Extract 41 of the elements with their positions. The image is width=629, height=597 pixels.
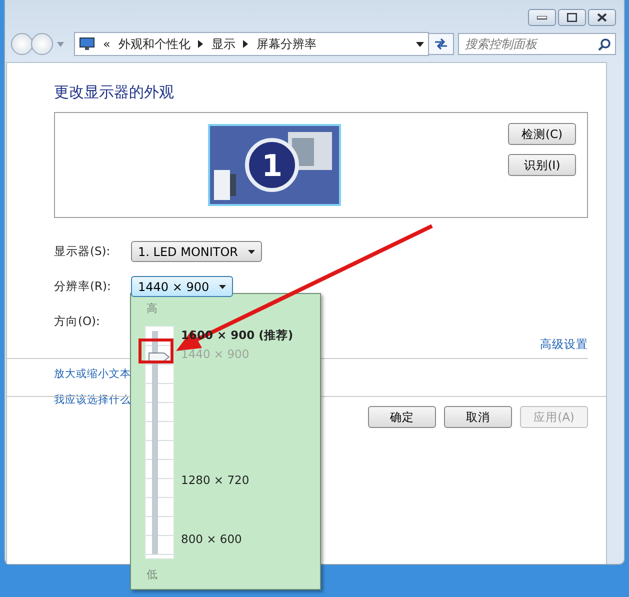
resolution-slider[interactable] <box>145 326 174 559</box>
dropdown-caret-icon[interactable] <box>416 42 424 46</box>
slider-thumb[interactable] <box>148 352 170 362</box>
caret-icon <box>248 250 256 254</box>
setting-label: 分辨率(R): <box>54 279 112 294</box>
breadcrumb-item[interactable]: 显示 <box>211 36 236 52</box>
advanced-settings-link[interactable]: 高级设置 <box>540 337 588 352</box>
setting-dropdown[interactable]: 1. LED MONITOR <box>131 241 262 262</box>
maximize-button[interactable] <box>558 9 586 26</box>
refresh-icon <box>434 38 448 50</box>
dialog-button[interactable]: 确定 <box>368 406 436 428</box>
breadcrumb-overflow[interactable]: « <box>103 37 110 51</box>
minimize-icon <box>537 16 547 20</box>
breadcrumb-item[interactable]: 屏幕分辨率 <box>256 36 316 52</box>
caret-icon <box>219 284 226 288</box>
separator-icon[interactable] <box>243 40 248 48</box>
monitor-icon <box>79 37 95 51</box>
minimize-button[interactable] <box>528 9 556 26</box>
dialog-button[interactable]: 取消 <box>444 406 512 428</box>
close-button[interactable] <box>588 9 616 26</box>
panel-button[interactable]: 识别(I) <box>508 154 576 176</box>
monitor-thumbnail[interactable]: 1 <box>208 124 341 206</box>
refresh-button[interactable] <box>428 33 454 55</box>
separator-icon[interactable] <box>198 40 204 48</box>
help-link[interactable]: 放大或缩小文本 <box>54 367 131 381</box>
close-icon <box>597 13 607 22</box>
highlight-frame <box>138 338 174 364</box>
setting-label: 显示器(S): <box>54 244 112 259</box>
setting-dropdown[interactable]: 1440 × 900 <box>131 276 234 297</box>
setting-label: 方向(O): <box>54 314 101 329</box>
panel-button[interactable]: 检测(C) <box>508 123 576 145</box>
address-bar[interactable]: « 外观和个性化 显示 屏幕分辨率 <box>74 32 429 56</box>
page-heading: 更改显示器的外观 <box>54 83 175 102</box>
maximize-icon <box>567 13 577 22</box>
breadcrumb-item[interactable]: 外观和个性化 <box>118 36 190 52</box>
resolution-option[interactable]: 800 × 600 <box>181 532 320 551</box>
low-label: 低 <box>146 566 158 582</box>
high-label: 高 <box>146 300 158 316</box>
resolution-option[interactable]: 1280 × 720 <box>181 473 320 492</box>
search-icon[interactable] <box>598 38 611 50</box>
search-field[interactable]: 搜索控制面板 <box>458 33 616 55</box>
